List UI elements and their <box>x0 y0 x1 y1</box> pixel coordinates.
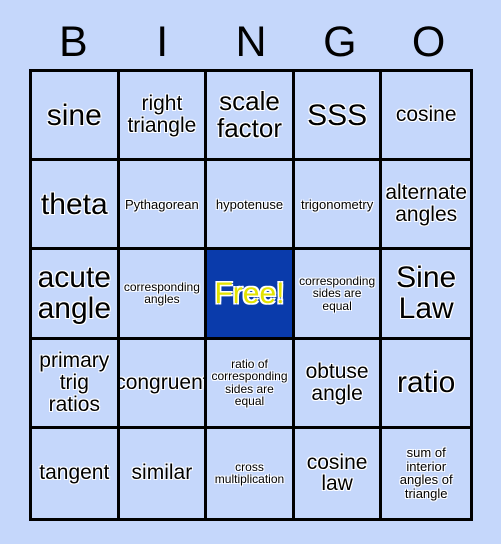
bingo-cell-label: cosine <box>395 103 457 127</box>
bingo-cell-label: right triangle <box>127 92 197 138</box>
bingo-cell-label: theta <box>40 187 108 221</box>
bingo-cell[interactable]: Sine Law <box>382 250 470 340</box>
bingo-card: B I N G O sine right triangle scale factor… <box>0 0 501 544</box>
bingo-cell[interactable]: alternate angles <box>382 161 470 251</box>
bingo-cell[interactable]: congruent <box>119 339 208 429</box>
bingo-cell[interactable]: corresponding sides are equal <box>294 250 383 340</box>
bingo-cell-label: primary trig ratios <box>39 348 110 416</box>
header-letter-g: G <box>323 17 357 66</box>
header-letter-o: O <box>411 17 446 66</box>
bingo-cell[interactable]: obtuse angle <box>294 339 383 429</box>
header-letter-n: N <box>235 17 267 66</box>
bingo-cell-label: tangent <box>39 461 110 485</box>
bingo-grid: sine right triangle scale factor SSS cosine t… <box>29 69 473 521</box>
bingo-cell-label: similar <box>131 461 193 485</box>
bingo-cell[interactable]: theta <box>32 161 120 251</box>
bingo-cell-label: corresponding angles <box>123 280 200 307</box>
bingo-cell-label: trigonometry <box>300 196 374 212</box>
header-letter-i: I <box>156 17 169 66</box>
bingo-cell[interactable]: cosine <box>382 72 470 162</box>
bingo-cell-label: Pythagorean <box>125 196 199 212</box>
bingo-cell[interactable]: sum of interior angles of triangle <box>382 428 470 518</box>
bingo-cell-label: cross multiplication <box>214 459 285 487</box>
bingo-cell[interactable]: cosine law <box>294 428 383 518</box>
bingo-cell[interactable]: scale factor <box>207 72 295 162</box>
bingo-cell[interactable]: SSS <box>294 72 383 162</box>
bingo-cell-label: corresponding sides are equal <box>299 273 376 313</box>
bingo-cell[interactable]: corresponding angles <box>119 250 208 340</box>
bingo-cell-free[interactable]: Free! <box>207 250 295 340</box>
bingo-cell[interactable]: similar <box>119 428 208 518</box>
bingo-cell-label: sum of interior angles of triangle <box>399 445 453 501</box>
header-letter-b: B <box>59 17 88 66</box>
bingo-cell-label: SSS <box>307 98 368 132</box>
bingo-cell-label: Sine Law <box>396 261 457 326</box>
bingo-cell-label: obtuse angle <box>305 359 369 405</box>
bingo-cell-label: Free! <box>214 276 285 310</box>
bingo-cell-label: ratio <box>397 366 456 400</box>
bingo-cell[interactable]: tangent <box>32 428 120 518</box>
bingo-cell[interactable]: ratio of corresponding sides are equal <box>207 339 295 429</box>
bingo-cell[interactable]: sine <box>32 72 120 162</box>
bingo-cell-label: scale factor <box>216 86 282 144</box>
bingo-cell[interactable]: primary trig ratios <box>32 339 120 429</box>
bingo-cell[interactable]: cross multiplication <box>207 428 295 518</box>
bingo-cell-label: sine <box>46 98 102 132</box>
bingo-cell-label: cosine law <box>306 450 368 496</box>
bingo-cell[interactable]: right triangle <box>119 72 208 162</box>
bingo-cell-label: alternate angles <box>385 181 468 227</box>
bingo-cell[interactable]: hypotenuse <box>207 161 295 251</box>
bingo-cell[interactable]: trigonometry <box>294 161 383 251</box>
bingo-cell-label: hypotenuse <box>215 196 284 212</box>
bingo-cell-label: congruent <box>119 370 208 394</box>
bingo-cell-label: ratio of corresponding sides are equal <box>211 356 288 409</box>
bingo-header: B I N G O <box>29 16 473 68</box>
bingo-cell[interactable]: acute angle <box>32 250 120 340</box>
bingo-cell[interactable]: ratio <box>382 339 470 429</box>
bingo-cell[interactable]: Pythagorean <box>119 161 208 251</box>
bingo-cell-label: acute angle <box>37 261 111 326</box>
